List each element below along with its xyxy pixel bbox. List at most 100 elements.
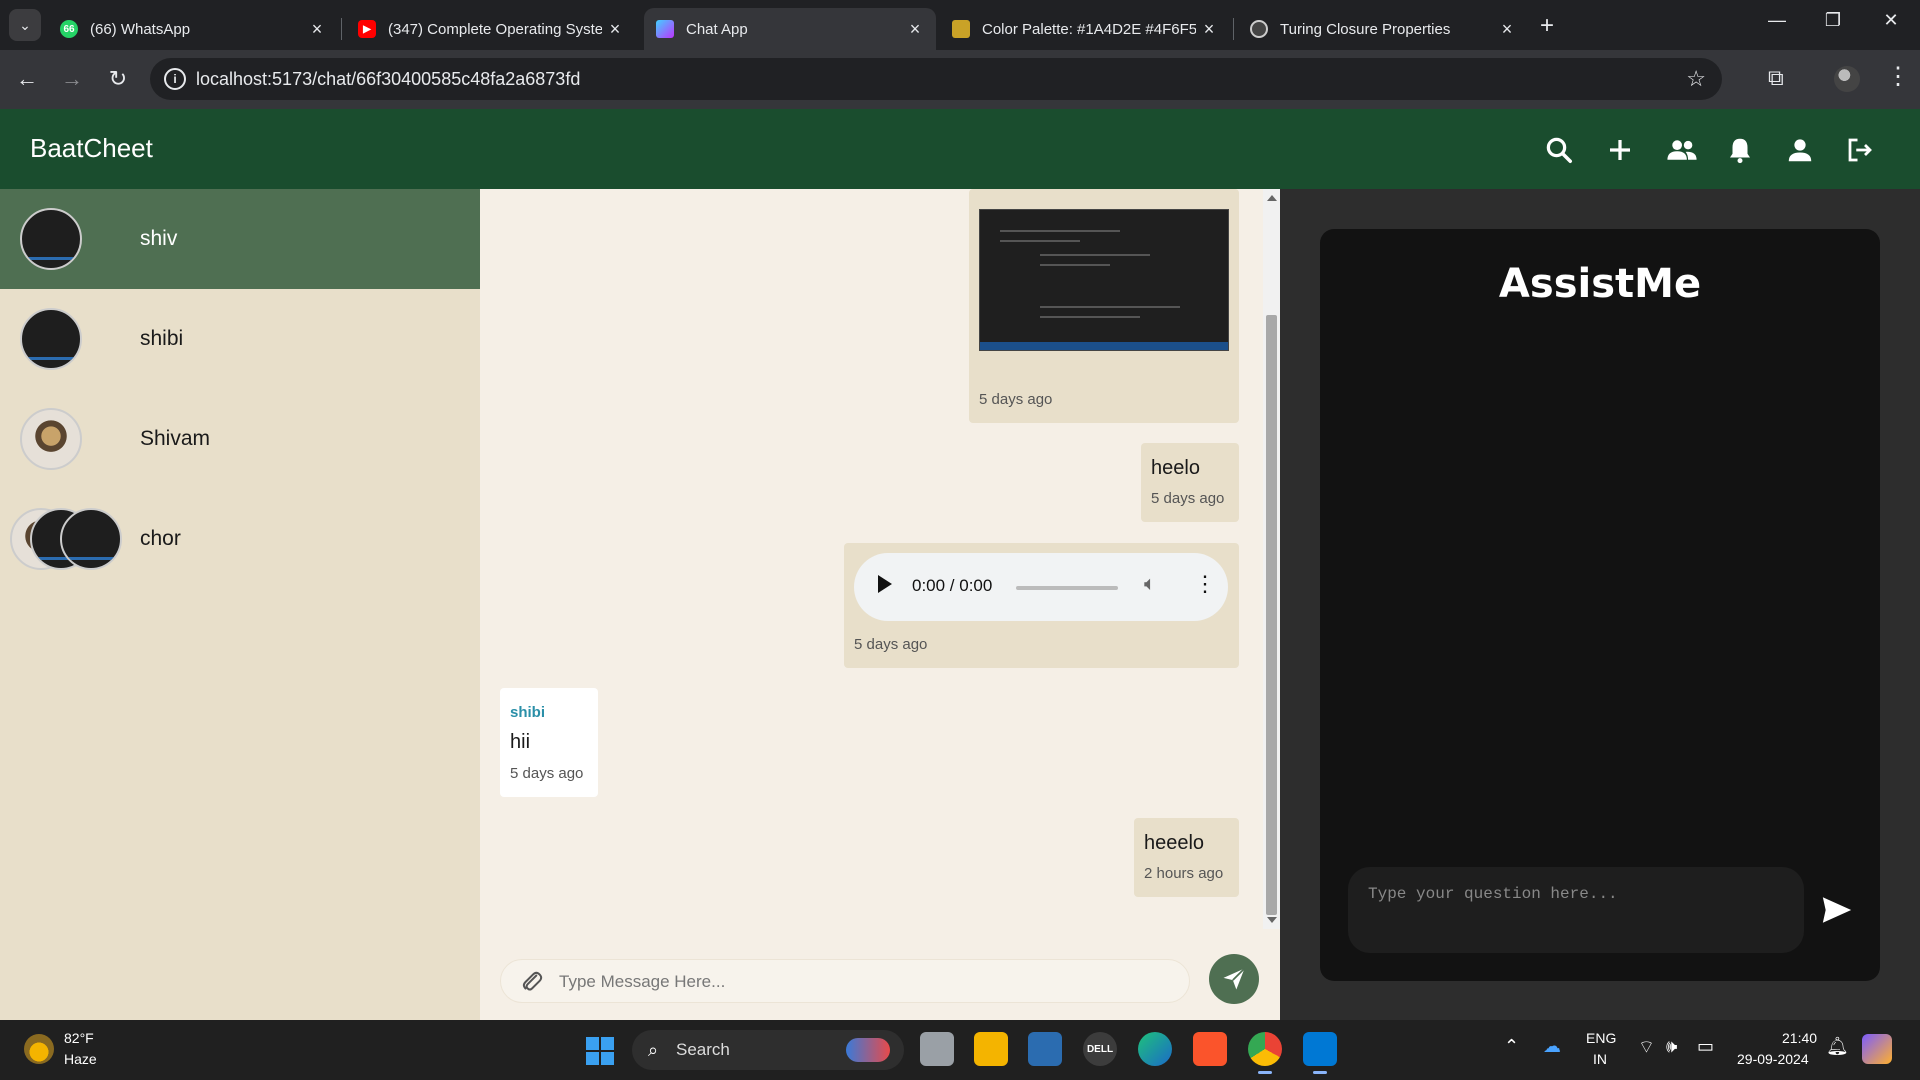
search-highlight-icon xyxy=(846,1038,890,1062)
volume-icon[interactable]: 🔈︎ xyxy=(1144,573,1156,596)
clock-date[interactable]: 29-09-2024 xyxy=(1737,1051,1809,1067)
close-icon[interactable]: × xyxy=(602,19,628,40)
vscode-icon[interactable] xyxy=(1303,1032,1337,1074)
youtube-icon: ▶ xyxy=(358,20,376,38)
close-icon[interactable]: × xyxy=(902,19,928,40)
assist-send-icon[interactable] xyxy=(1820,893,1854,927)
send-message-button[interactable] xyxy=(1209,954,1259,1004)
copilot-icon[interactable] xyxy=(1862,1034,1892,1064)
scroll-up-icon[interactable] xyxy=(1267,195,1277,201)
edge-icon[interactable] xyxy=(1138,1032,1172,1066)
weather-icon[interactable] xyxy=(24,1034,54,1064)
tab-turing[interactable]: Turing Closure Properties × xyxy=(1238,8,1528,50)
windows-start-icon[interactable] xyxy=(586,1037,614,1065)
message-input[interactable] xyxy=(559,967,1169,997)
browser-toolbar: ← → ↻ i localhost:5173/chat/66f30400585c… xyxy=(0,50,1920,109)
language-indicator[interactable]: ENG xyxy=(1586,1030,1616,1046)
tab-whatsapp[interactable]: 66 (66) WhatsApp × xyxy=(48,8,338,50)
address-bar[interactable]: i localhost:5173/chat/66f30400585c48fa2a… xyxy=(150,58,1722,100)
minimize-button[interactable]: — xyxy=(1752,10,1802,31)
scroll-thumb[interactable] xyxy=(1266,315,1277,915)
assist-panel-wrapper: AssistMe xyxy=(1280,189,1920,1020)
browser-menu-icon[interactable]: ⋮ xyxy=(1886,62,1910,91)
wifi-icon[interactable]: ⌔ xyxy=(1638,1036,1655,1059)
tab-title: Color Palette: #1A4D2E #4F6F52 xyxy=(982,20,1196,38)
forward-button[interactable]: → xyxy=(57,64,87,94)
more-options-icon[interactable]: ⋮ xyxy=(1194,571,1216,597)
battery-icon[interactable]: ▭ xyxy=(1697,1036,1714,1057)
whatsapp-icon: 66 xyxy=(60,20,78,38)
chat-item-shivam[interactable]: Shivam xyxy=(0,389,480,489)
chat-name: Shivam xyxy=(140,427,211,450)
window-close-button[interactable]: ✕ xyxy=(1866,10,1916,31)
incoming-message: shibi hii 5 days ago xyxy=(500,688,598,797)
add-icon[interactable] xyxy=(1605,135,1635,165)
chat-item-shiv[interactable]: shiv xyxy=(0,189,480,289)
audio-progress-slider[interactable] xyxy=(1016,586,1118,590)
message-text: heelo xyxy=(1151,457,1200,479)
assist-panel: AssistMe xyxy=(1320,229,1880,981)
message-text: hii xyxy=(510,731,531,753)
tab-search-button[interactable]: ⌄ xyxy=(9,9,41,41)
onedrive-icon[interactable]: ☁ xyxy=(1543,1036,1561,1057)
browser-profile-avatar[interactable] xyxy=(1834,66,1860,92)
question-input[interactable] xyxy=(1348,867,1804,953)
close-icon[interactable]: × xyxy=(1196,19,1222,40)
message-image[interactable] xyxy=(979,209,1229,351)
group-icon[interactable] xyxy=(1665,135,1699,165)
chat-name: chor xyxy=(140,527,181,550)
tab-separator xyxy=(1233,18,1234,40)
back-button[interactable]: ← xyxy=(12,64,42,94)
search-icon[interactable] xyxy=(1544,135,1574,165)
taskbar-search-label: Search xyxy=(676,1040,730,1059)
bookmark-star-icon[interactable]: ☆ xyxy=(1686,66,1706,92)
logout-icon[interactable] xyxy=(1845,135,1875,165)
chat-name: shibi xyxy=(140,327,184,350)
scroll-down-icon[interactable] xyxy=(1267,917,1277,923)
dell-icon[interactable]: DELL xyxy=(1083,1032,1117,1066)
chat-item-shibi[interactable]: shibi xyxy=(0,289,480,389)
app-header: BaatCheet xyxy=(0,109,1920,189)
message-text: heeelo xyxy=(1144,832,1205,854)
message-time: 5 days ago xyxy=(854,636,928,653)
chat-item-chor[interactable]: chor xyxy=(0,489,480,589)
arrow-right-icon: → xyxy=(61,66,83,91)
brave-icon[interactable] xyxy=(1193,1032,1227,1066)
volume-icon[interactable]: 🕪︎ xyxy=(1666,1036,1677,1057)
openai-icon xyxy=(1250,20,1268,38)
message-scrollbar[interactable] xyxy=(1263,189,1280,929)
close-icon[interactable]: × xyxy=(304,19,330,40)
play-icon[interactable] xyxy=(878,575,892,593)
arrow-left-icon: ← xyxy=(16,66,38,91)
profile-icon[interactable] xyxy=(1785,135,1815,165)
palette-icon xyxy=(952,20,970,38)
url-text[interactable]: localhost:5173/chat/66f30400585c48fa2a68… xyxy=(196,69,580,90)
message-time: 5 days ago xyxy=(1151,490,1225,507)
tab-color-palette[interactable]: Color Palette: #1A4D2E #4F6F52 × xyxy=(940,8,1230,50)
notification-icon[interactable] xyxy=(1725,135,1755,165)
file-explorer-icon[interactable] xyxy=(974,1032,1008,1066)
message-time: 5 days ago xyxy=(979,391,1053,408)
audio-player: 0:00 / 0:00 🔈︎ ⋮ xyxy=(854,553,1228,621)
chrome-icon[interactable] xyxy=(1248,1032,1282,1074)
os-taskbar: 82°F Haze ⌕ Search DELL ⌃ ☁ ENG IN ⌔ 🕪︎ … xyxy=(0,1020,1920,1080)
tab-youtube[interactable]: ▶ (347) Complete Operating System × xyxy=(346,8,636,50)
ms-store-icon[interactable] xyxy=(1028,1032,1062,1066)
text-message: heelo 5 days ago xyxy=(1141,443,1239,522)
chat-list-sidebar: shiv shibi Shivam chor xyxy=(0,189,480,1020)
task-view-icon[interactable] xyxy=(920,1032,954,1066)
restore-button[interactable]: ❐ xyxy=(1808,10,1858,31)
reload-button[interactable]: ↻ xyxy=(103,64,133,94)
attachment-icon[interactable] xyxy=(519,969,545,995)
clock-time[interactable]: 21:40 xyxy=(1782,1030,1817,1046)
site-info-icon[interactable]: i xyxy=(164,68,186,90)
notification-bell-icon[interactable]: 🔔︎ xyxy=(1826,1036,1849,1057)
taskbar-search[interactable]: ⌕ Search xyxy=(632,1030,904,1070)
message-composer xyxy=(500,959,1190,1003)
extensions-icon[interactable]: ⧉ xyxy=(1768,65,1784,91)
new-tab-button[interactable]: + xyxy=(1540,12,1554,40)
weather-desc: Haze xyxy=(64,1051,97,1067)
tray-chevron-up-icon[interactable]: ⌃ xyxy=(1504,1036,1519,1057)
tab-chat-app[interactable]: Chat App × xyxy=(644,8,936,50)
close-icon[interactable]: × xyxy=(1494,19,1520,40)
